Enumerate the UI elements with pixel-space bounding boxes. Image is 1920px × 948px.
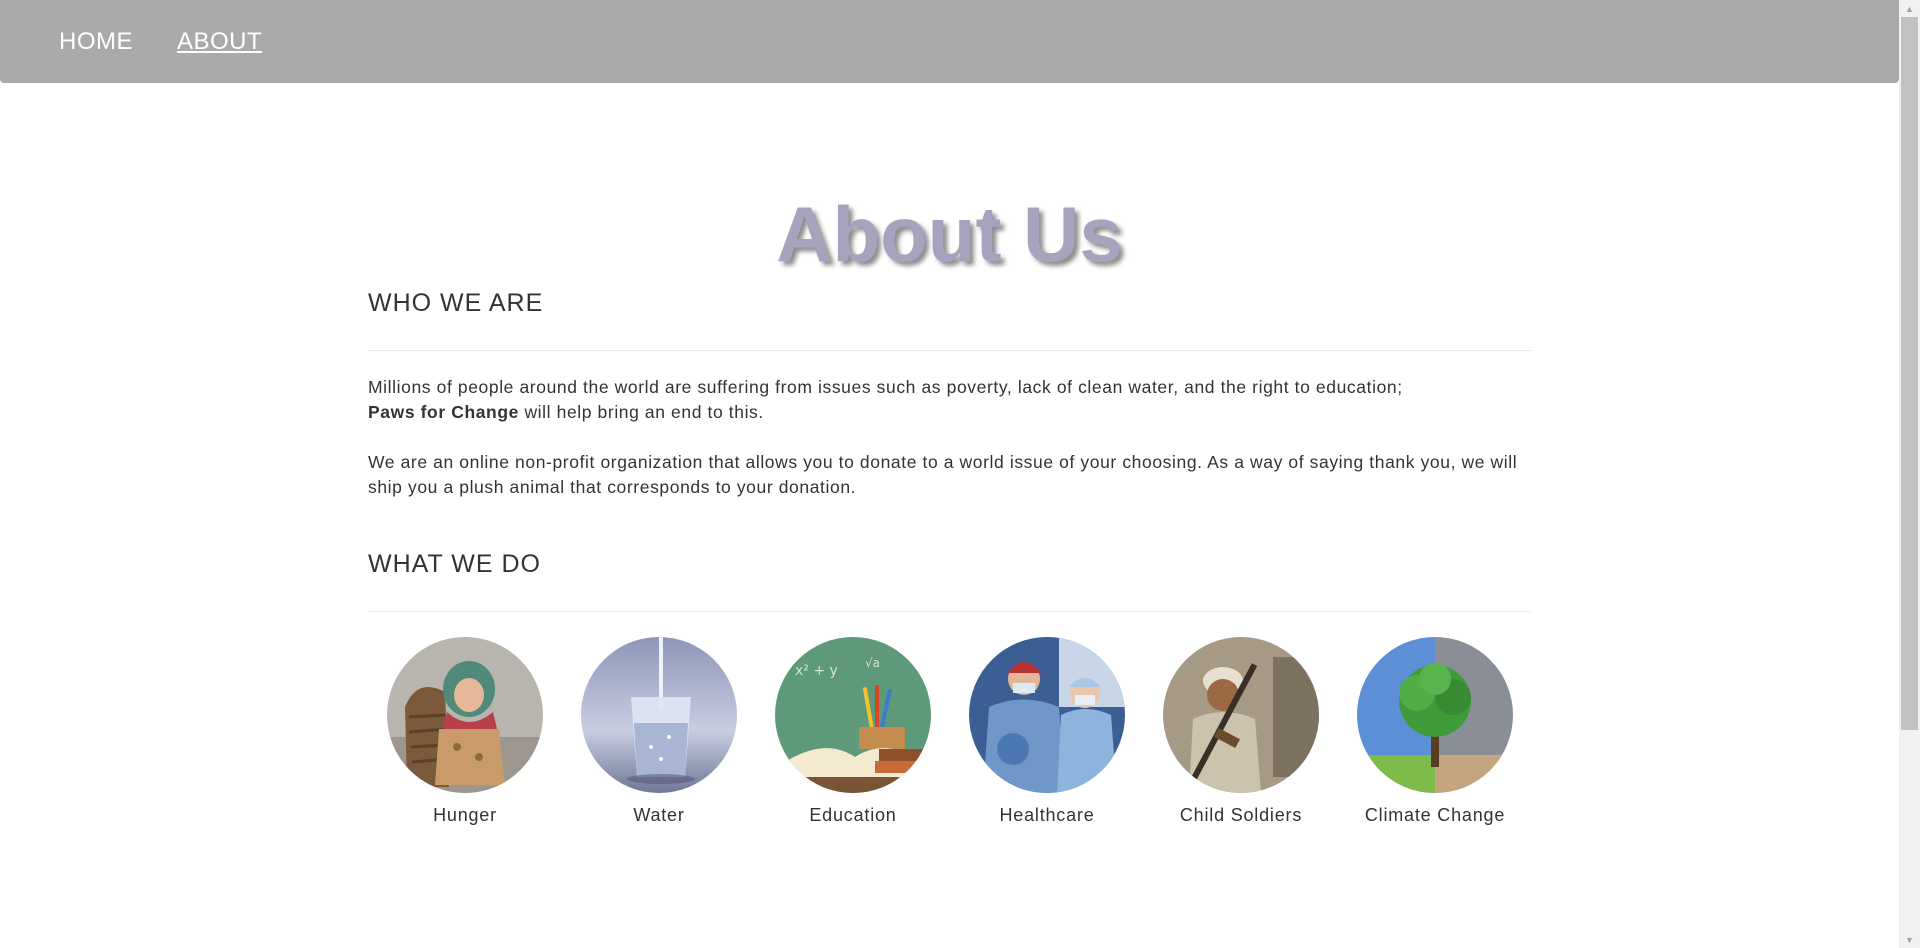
svg-text:√a: √a xyxy=(865,656,880,670)
divider xyxy=(368,350,1531,351)
child-soldier-photo-icon[interactable] xyxy=(1163,637,1319,793)
cause-climate-change[interactable]: Climate Change xyxy=(1338,637,1532,826)
scroll-down-arrow-icon[interactable]: ▼ xyxy=(1899,931,1920,948)
hunger-photo-icon[interactable] xyxy=(387,637,543,793)
cause-hunger[interactable]: Hunger xyxy=(368,637,562,826)
nav-home-link[interactable]: HOME xyxy=(59,28,133,56)
cause-education[interactable]: x² + y √a Education xyxy=(756,637,950,826)
intro-text: Millions of people around the world are … xyxy=(368,377,1403,397)
scroll-up-arrow-icon[interactable]: ▲ xyxy=(1899,0,1920,17)
cause-child-soldiers[interactable]: Child Soldiers xyxy=(1144,637,1338,826)
cause-label[interactable]: Child Soldiers xyxy=(1144,805,1338,826)
cause-water[interactable]: Water xyxy=(562,637,756,826)
top-navbar: HOME ABOUT xyxy=(0,0,1899,83)
causes-row: Hunger Water x² + y √a Education Healthc… xyxy=(368,637,1531,837)
cause-healthcare[interactable]: Healthcare xyxy=(950,637,1144,826)
svg-text:x² + y: x² + y xyxy=(795,663,838,679)
divider xyxy=(368,611,1531,612)
brand-name: Paws for Change xyxy=(368,402,519,422)
surgeons-photo-icon[interactable] xyxy=(969,637,1125,793)
mission-paragraph: We are an online non-profit organization… xyxy=(368,452,1518,497)
cause-label[interactable]: Education xyxy=(756,805,950,826)
what-we-do-heading: WHAT WE DO xyxy=(368,550,541,578)
scrollbar-thumb[interactable] xyxy=(1901,17,1918,730)
intro-paragraph: Millions of people around the world are … xyxy=(368,375,1531,425)
cause-label[interactable]: Climate Change xyxy=(1338,805,1532,826)
cause-label[interactable]: Healthcare xyxy=(950,805,1144,826)
water-glass-photo-icon[interactable] xyxy=(581,637,737,793)
cause-label[interactable]: Hunger xyxy=(368,805,562,826)
cause-label[interactable]: Water xyxy=(562,805,756,826)
page-title: About Us xyxy=(776,190,1123,278)
vertical-scrollbar[interactable]: ▲ ▼ xyxy=(1899,0,1920,948)
nav-about-link[interactable]: ABOUT xyxy=(177,28,262,56)
intro-tail: will help bring an end to this. xyxy=(518,402,764,422)
books-pencils-photo-icon[interactable]: x² + y √a xyxy=(775,637,931,793)
tree-photo-icon[interactable] xyxy=(1357,637,1513,793)
who-we-are-heading: WHO WE ARE xyxy=(368,289,544,317)
